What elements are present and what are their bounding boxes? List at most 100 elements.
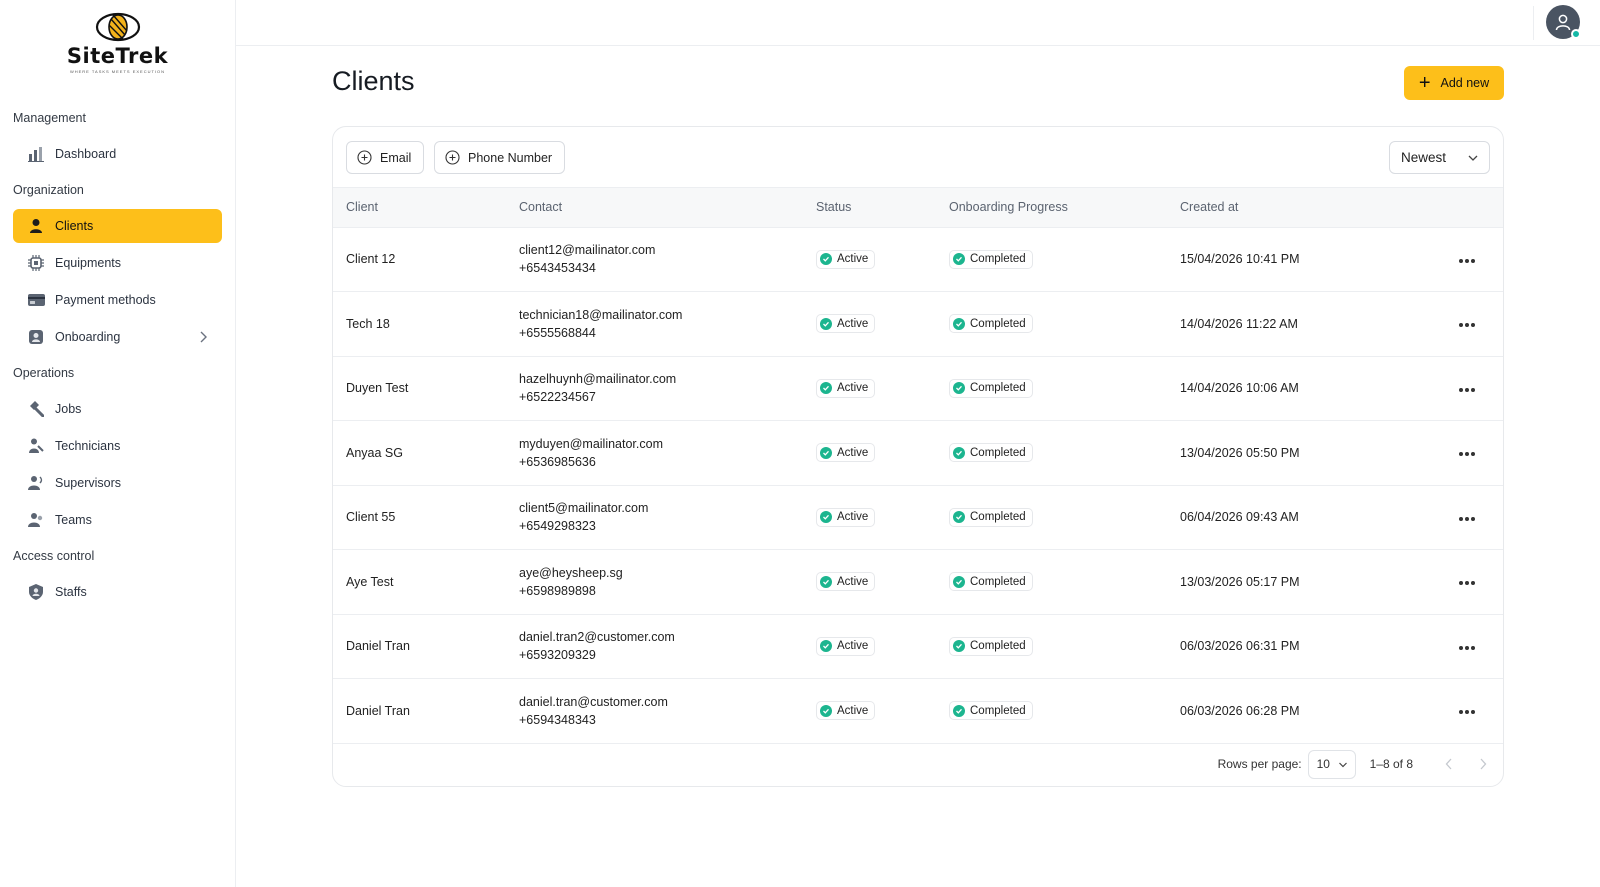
contact-phone: +6543453434: [519, 261, 596, 276]
nav-section-organization: Organization: [13, 183, 84, 197]
client-name: Daniel Tran: [346, 639, 410, 654]
check-circle-icon: [820, 575, 832, 588]
actions-cell: [1446, 550, 1503, 615]
sidebar-item-staffs[interactable]: Staffs: [13, 575, 222, 609]
contact-cell: myduyen@mailinator.com +6536985636: [519, 421, 816, 486]
plus-icon: +: [1418, 72, 1431, 94]
check-circle-icon: [953, 317, 965, 330]
nav-section-access-control: Access control: [13, 549, 95, 563]
contact-phone: +6594348343: [519, 712, 596, 727]
add-new-label: Add new: [1440, 76, 1490, 90]
column-header-client[interactable]: Client: [333, 188, 519, 228]
status-cell: Active: [816, 614, 949, 679]
sidebar-item-label: Equipments: [55, 256, 122, 270]
more-actions-icon[interactable]: [1455, 255, 1479, 267]
add-circle-icon: [445, 150, 460, 165]
table-row[interactable]: Client 12 client12@mailinator.com +65434…: [333, 227, 1503, 292]
contact-cell: daniel.tran2@customer.com +6593209329: [519, 614, 816, 679]
onboarding-badge: Completed: [949, 636, 1033, 656]
check-circle-icon: [953, 446, 965, 459]
status-cell: Active: [816, 292, 949, 357]
sidebar: SiteTrek WHERE TASKS MEETS EXECUTION Man…: [0, 0, 236, 887]
filter-chip-phone-number[interactable]: Phone Number: [434, 141, 566, 174]
more-actions-icon[interactable]: [1455, 513, 1479, 525]
top-bar: [236, 0, 1600, 46]
actions-cell: [1446, 227, 1503, 292]
sidebar-item-clients[interactable]: Clients: [13, 209, 222, 243]
add-circle-icon: [357, 150, 372, 165]
more-actions-icon[interactable]: [1455, 642, 1479, 654]
filter-bar: Email Phone Number Newest: [333, 127, 1503, 188]
brand-logo[interactable]: SiteTrek WHERE TASKS MEETS EXECUTION: [0, 0, 235, 100]
avatar[interactable]: [1546, 5, 1581, 39]
shield-user-icon: [27, 583, 45, 601]
column-header-onboarding-progress[interactable]: Onboarding Progress: [949, 188, 1180, 228]
onboarding-badge: Completed: [949, 378, 1033, 398]
column-header-status[interactable]: Status: [816, 188, 949, 228]
user-icon: [1555, 14, 1571, 31]
table-row[interactable]: Duyen Test hazelhuynh@mailinator.com +65…: [333, 356, 1503, 421]
onboarding-label: Completed: [970, 575, 1026, 588]
sidebar-item-jobs[interactable]: Jobs: [13, 392, 222, 426]
bar-chart-icon: [27, 145, 45, 163]
rows-per-page-select[interactable]: 10: [1307, 749, 1356, 779]
more-actions-icon[interactable]: [1455, 577, 1479, 589]
check-circle-icon: [953, 511, 965, 524]
status-cell: Active: [816, 356, 949, 421]
onboarding-badge: Completed: [949, 249, 1033, 269]
check-circle-icon: [820, 704, 832, 717]
created-at: 13/03/2026 05:17 PM: [1180, 574, 1300, 589]
table-row[interactable]: Client 55 client5@mailinator.com +654929…: [333, 485, 1503, 550]
contact-email: technician18@mailinator.com: [519, 307, 683, 322]
more-actions-icon[interactable]: [1455, 448, 1479, 460]
filter-chip-email[interactable]: Email: [346, 141, 425, 174]
sort-value: Newest: [1401, 150, 1447, 165]
add-new-button[interactable]: + Add new: [1404, 66, 1504, 100]
status-cell: Active: [816, 421, 949, 486]
contact-cell: daniel.tran@customer.com +6594348343: [519, 679, 816, 744]
sidebar-item-supervisors[interactable]: Supervisors: [13, 466, 222, 500]
chevron-down-icon: [1468, 155, 1478, 161]
status-badge: Active: [816, 443, 876, 463]
nav-section-management: Management: [13, 111, 86, 125]
sidebar-item-teams[interactable]: Teams: [13, 503, 222, 537]
contact-phone: +6555568844: [519, 325, 596, 340]
onboarding-cell: Completed: [949, 356, 1180, 421]
clients-table-card: Email Phone Number Newest Client Contact…: [332, 126, 1504, 787]
chevron-right-icon: [200, 331, 207, 343]
more-actions-icon[interactable]: [1455, 384, 1479, 396]
column-header-created-at[interactable]: Created at: [1180, 188, 1446, 228]
sort-select[interactable]: Newest: [1389, 141, 1490, 174]
filter-chip-label: Email: [380, 150, 412, 165]
sidebar-item-onboarding[interactable]: Onboarding: [13, 320, 222, 354]
sidebar-item-dashboard[interactable]: Dashboard: [13, 137, 222, 171]
sidebar-item-equipments[interactable]: Equipments: [13, 246, 222, 280]
more-actions-icon[interactable]: [1455, 319, 1479, 331]
sidebar-item-label: Teams: [55, 513, 92, 527]
column-header-contact[interactable]: Contact: [519, 188, 816, 228]
contact-phone: +6549298323: [519, 519, 596, 534]
actions-cell: [1446, 679, 1503, 744]
contact-email: client12@mailinator.com: [519, 243, 656, 258]
table-row[interactable]: Aye Test aye@heysheep.sg +6598989898 Act…: [333, 550, 1503, 615]
table-row[interactable]: Anyaa SG myduyen@mailinator.com +6536985…: [333, 421, 1503, 486]
table-row[interactable]: Tech 18 technician18@mailinator.com +655…: [333, 292, 1503, 357]
table-row[interactable]: Daniel Tran daniel.tran2@customer.com +6…: [333, 614, 1503, 679]
contact-cell: hazelhuynh@mailinator.com +6522234567: [519, 356, 816, 421]
brand-name: SiteTrek: [66, 44, 169, 68]
more-actions-icon[interactable]: [1455, 706, 1479, 718]
client-name: Anyaa SG: [346, 445, 403, 460]
previous-page-button[interactable]: [1439, 754, 1459, 774]
status-badge: Active: [816, 701, 876, 721]
logo-mark-icon: [95, 12, 140, 42]
sidebar-item-payment-methods[interactable]: Payment methods: [13, 283, 222, 317]
actions-cell: [1446, 421, 1503, 486]
badge-icon: [27, 328, 45, 346]
sidebar-item-technicians[interactable]: Technicians: [13, 429, 222, 463]
table-row[interactable]: Daniel Tran daniel.tran@customer.com +65…: [333, 679, 1503, 744]
online-status-indicator: [1571, 29, 1581, 39]
onboarding-label: Completed: [970, 317, 1026, 330]
created-at: 13/04/2026 05:50 PM: [1180, 445, 1300, 460]
check-circle-icon: [820, 382, 832, 395]
next-page-button[interactable]: [1473, 754, 1493, 774]
